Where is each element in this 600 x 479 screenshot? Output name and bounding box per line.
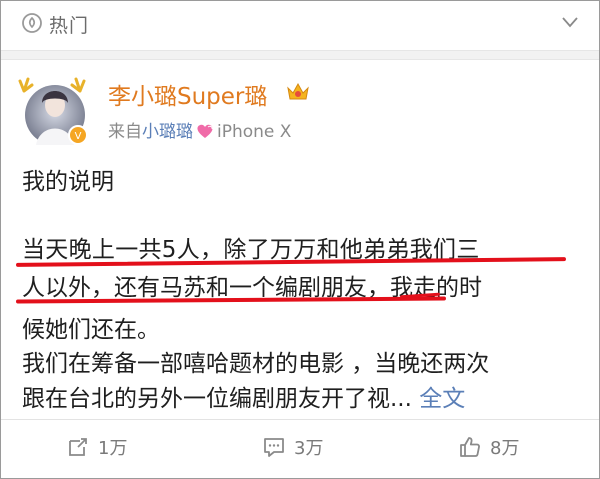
svg-text:V: V	[75, 131, 82, 142]
repost-count: 1万	[98, 438, 128, 459]
top-bar: 热门	[1, 1, 599, 45]
comment-icon	[264, 438, 284, 457]
divider	[1, 419, 599, 420]
divider	[1, 50, 599, 60]
post-line: 我的说明	[22, 169, 114, 195]
like-icon	[460, 437, 480, 457]
source-name[interactable]: 小璐璐	[142, 122, 193, 142]
comment-button[interactable]: 3万	[262, 432, 323, 462]
section-title[interactable]: 热门	[49, 11, 89, 38]
comment-count: 3万	[294, 438, 324, 459]
hot-topic-icon	[22, 13, 42, 33]
vip-crown-icon[interactable]	[286, 80, 310, 102]
read-more-link[interactable]: 全文	[419, 386, 465, 412]
repost-button[interactable]: 1万	[66, 432, 127, 462]
post-line-last: 跟在台北的另外一位编剧朋友开了视... 全文	[22, 379, 465, 413]
like-button[interactable]: 8万	[458, 432, 519, 462]
author-name[interactable]: 李小璐Super璐	[108, 77, 267, 111]
post-line-text: 跟在台北的另外一位编剧朋友开了视...	[22, 386, 412, 412]
post-line: 我们在筹备一部嘻哈题材的电影 ，当晚还两次	[22, 351, 490, 377]
source-device: iPhone X	[217, 122, 292, 142]
post-source: 来自小璐璐 iPhone X	[108, 117, 291, 142]
avatar[interactable]: V	[18, 69, 92, 149]
heart-icon	[197, 124, 213, 138]
source-prefix: 来自	[108, 122, 142, 142]
chevron-down-icon[interactable]	[561, 15, 579, 29]
repost-icon	[69, 438, 87, 456]
post-line: 候她们还在。	[22, 317, 160, 343]
like-count: 8万	[490, 438, 520, 459]
